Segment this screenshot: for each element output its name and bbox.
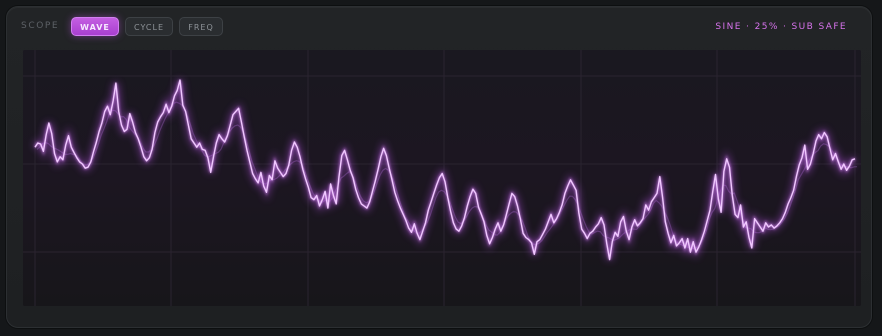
status-readout: SINE · 25% · SUB SAFE (715, 22, 847, 32)
scope-header: SCOPE WAVE CYCLE FREQ SINE · 25% · SUB S… (7, 7, 871, 49)
scope-title: SCOPE (21, 21, 60, 31)
waveform-canvas (23, 50, 861, 306)
tab-cycle[interactable]: CYCLE (125, 17, 173, 36)
scope-panel: SCOPE WAVE CYCLE FREQ SINE · 25% · SUB S… (6, 6, 872, 328)
tab-wave[interactable]: WAVE (71, 17, 119, 36)
waveform-display[interactable] (23, 50, 861, 306)
tab-freq[interactable]: FREQ (179, 17, 223, 36)
